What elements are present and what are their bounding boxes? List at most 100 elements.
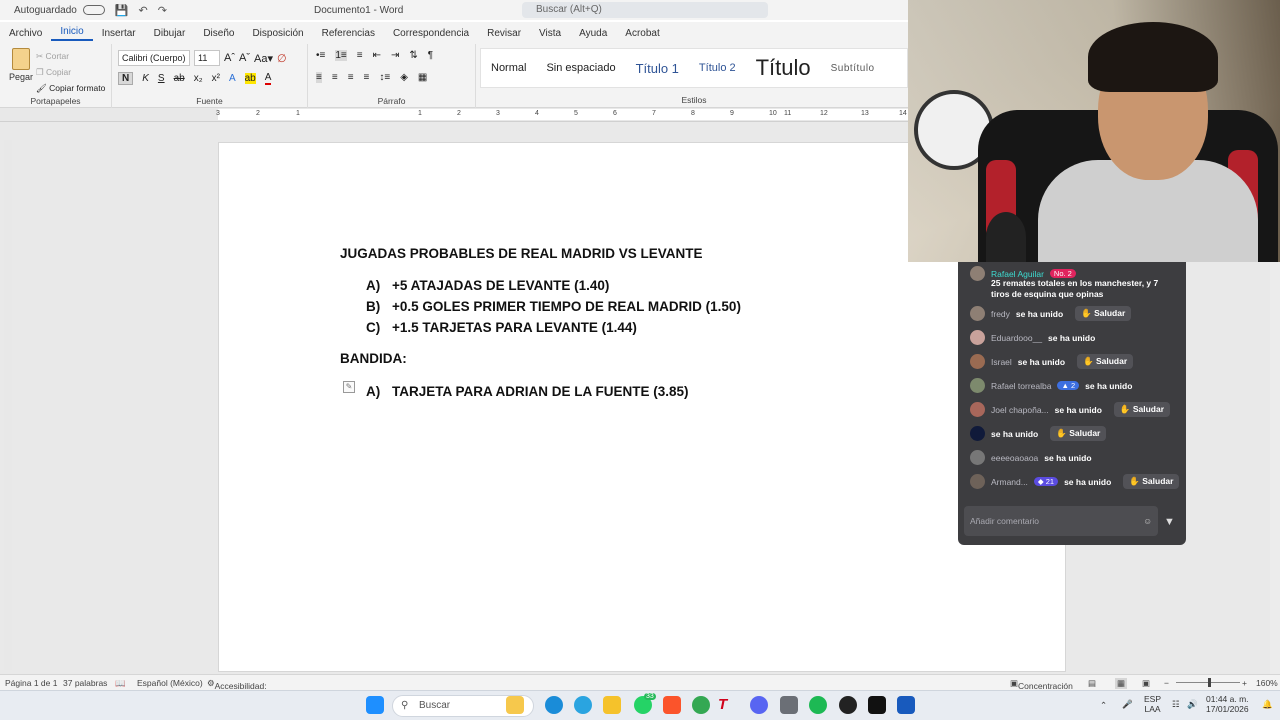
word-icon[interactable] xyxy=(897,696,915,714)
file-explorer-icon[interactable] xyxy=(603,696,621,714)
redo-icon[interactable]: ↷ xyxy=(158,4,167,17)
chat-username[interactable]: fredy xyxy=(991,309,1010,319)
filter-icon[interactable]: ▼ xyxy=(1164,516,1175,528)
strikethrough-icon[interactable]: ab xyxy=(174,73,185,84)
tab-inicio[interactable]: Inicio xyxy=(51,26,93,41)
tab-vista[interactable]: Vista xyxy=(530,28,570,39)
decrease-indent-icon[interactable]: ⇤ xyxy=(373,50,381,61)
tab-diseno[interactable]: Diseño xyxy=(194,28,243,39)
spotify-icon[interactable] xyxy=(809,696,827,714)
tab-archivo[interactable]: Archivo xyxy=(0,28,51,39)
zoom-slider-thumb[interactable] xyxy=(1208,678,1211,687)
style-titulo-2[interactable]: Título 2 xyxy=(689,62,746,74)
style-titulo-1[interactable]: Título 1 xyxy=(626,61,689,76)
tab-referencias[interactable]: Referencias xyxy=(313,28,384,39)
clock[interactable]: 01:44 a. m. 17/01/2026 xyxy=(1206,694,1249,714)
windows-start-icon[interactable] xyxy=(366,696,384,714)
emoji-icon[interactable]: ☺ xyxy=(1143,506,1152,536)
calculator-icon[interactable] xyxy=(780,696,798,714)
greet-button[interactable]: ✋ Saludar xyxy=(1075,306,1132,321)
obs-icon[interactable] xyxy=(839,696,857,714)
tab-acrobat[interactable]: Acrobat xyxy=(616,28,668,39)
underline-button[interactable]: S xyxy=(158,73,165,84)
comment-input[interactable]: Añadir comentario ☺ xyxy=(964,506,1158,536)
borders-icon[interactable]: ▦ xyxy=(418,72,427,83)
chrome-icon[interactable] xyxy=(692,696,710,714)
format-painter-button[interactable]: 🖌 Copiar formato xyxy=(36,80,105,96)
superscript-icon[interactable]: x² xyxy=(212,73,220,84)
text-effects-icon[interactable]: A xyxy=(229,73,236,84)
telegram-icon[interactable] xyxy=(574,696,592,714)
proofing-icon[interactable]: 📖 xyxy=(115,678,126,689)
change-case-icon[interactable]: Aa▾ xyxy=(254,52,273,65)
language-indicator-taskbar[interactable]: ESP LAA xyxy=(1144,694,1161,714)
greet-button[interactable]: ✋ Saludar xyxy=(1123,474,1180,489)
microphone-icon[interactable]: 🎤 xyxy=(1122,699,1133,710)
chat-username[interactable]: Joel chapoña... xyxy=(991,405,1049,415)
zoom-level[interactable]: 160% xyxy=(1256,678,1278,688)
network-icon[interactable]: ☷ xyxy=(1172,699,1180,710)
word-count[interactable]: 37 palabras xyxy=(63,678,107,688)
typora-icon[interactable]: T xyxy=(718,696,736,714)
undo-icon[interactable]: ↶ xyxy=(139,4,148,17)
search-box[interactable]: Buscar (Alt+Q) xyxy=(522,2,768,18)
language-indicator[interactable]: Español (México) xyxy=(137,678,203,688)
grow-font-icon[interactable]: Aˆ xyxy=(224,52,235,64)
tab-dibujar[interactable]: Dibujar xyxy=(145,28,195,39)
subscript-icon[interactable]: x₂ xyxy=(194,73,203,84)
font-family-select[interactable]: Calibri (Cuerpo) xyxy=(118,50,190,66)
cut-button[interactable]: ✂ Cortar xyxy=(36,48,105,64)
highlight-icon[interactable]: ab xyxy=(244,73,256,84)
clear-format-icon[interactable]: ∅ xyxy=(277,52,287,65)
volume-icon[interactable]: 🔊 xyxy=(1187,699,1198,710)
style-titulo[interactable]: Título xyxy=(746,55,821,81)
align-right-icon[interactable]: ≡ xyxy=(348,72,354,83)
brave-icon[interactable] xyxy=(663,696,681,714)
align-center-icon[interactable]: ≡ xyxy=(332,72,338,83)
font-size-select[interactable]: 11 xyxy=(194,50,220,66)
multilevel-list-icon[interactable]: ≡ xyxy=(357,50,363,61)
zoom-out-icon[interactable]: − xyxy=(1164,678,1169,688)
greet-button[interactable]: ✋ Saludar xyxy=(1050,426,1107,441)
tab-ayuda[interactable]: Ayuda xyxy=(570,28,616,39)
tiktok-icon[interactable] xyxy=(868,696,886,714)
chevron-up-icon[interactable]: ⌃ xyxy=(1100,700,1107,711)
print-layout-icon[interactable]: ▦ xyxy=(1115,678,1128,689)
read-mode-icon[interactable]: ▤ xyxy=(1088,678,1096,689)
chat-username[interactable]: Rafael Aguilar xyxy=(991,269,1044,279)
web-layout-icon[interactable]: ▣ xyxy=(1142,678,1150,689)
paste-button[interactable]: Pegar xyxy=(8,48,34,82)
chat-username[interactable]: Eduardooo__ xyxy=(991,333,1042,343)
greet-button[interactable]: ✋ Saludar xyxy=(1113,402,1171,417)
bullets-icon[interactable]: •≡ xyxy=(316,50,325,61)
autocorrect-options-icon[interactable]: ✎ xyxy=(343,381,355,393)
edge-icon[interactable] xyxy=(545,696,563,714)
autosave-toggle[interactable] xyxy=(82,5,105,15)
font-color-icon[interactable]: A xyxy=(264,72,272,85)
chat-username[interactable]: eeeeoaoaoa xyxy=(991,453,1038,463)
italic-button[interactable]: K xyxy=(142,73,149,84)
shrink-font-icon[interactable]: Aˇ xyxy=(239,52,250,64)
increase-indent-icon[interactable]: ⇥ xyxy=(391,50,399,61)
greet-button[interactable]: ✋ Saludar xyxy=(1077,354,1134,369)
shading-icon[interactable]: ◈ xyxy=(400,72,408,83)
style-subtitulo[interactable]: Subtítulo xyxy=(821,63,885,74)
justify-icon[interactable]: ≡ xyxy=(364,72,370,83)
numbering-icon[interactable]: 1≡ xyxy=(335,50,347,61)
save-icon[interactable]: 💾 xyxy=(115,4,129,17)
accessibility-status[interactable]: ⚙ Accesibilidad: todo correcto xyxy=(207,678,267,701)
zoom-in-icon[interactable]: + xyxy=(1242,678,1247,688)
tab-insertar[interactable]: Insertar xyxy=(93,28,145,39)
tab-correspondencia[interactable]: Correspondencia xyxy=(384,28,478,39)
style-sin-espaciado[interactable]: Sin espaciado xyxy=(536,62,625,74)
bold-button[interactable]: N xyxy=(118,72,134,85)
chat-username[interactable]: Rafael torrealba xyxy=(991,381,1051,391)
style-normal[interactable]: Normal xyxy=(481,62,536,74)
page-count[interactable]: Página 1 de 1 xyxy=(5,678,57,688)
chat-username[interactable]: Israel xyxy=(991,357,1012,367)
align-left-icon[interactable]: ≡ xyxy=(316,72,322,83)
copy-button[interactable]: ❐ Copiar xyxy=(36,64,105,80)
vertical-ruler[interactable] xyxy=(4,140,12,670)
focus-mode[interactable]: ▣ Concentración xyxy=(1010,678,1073,691)
chat-username[interactable]: Armand... xyxy=(991,477,1028,487)
